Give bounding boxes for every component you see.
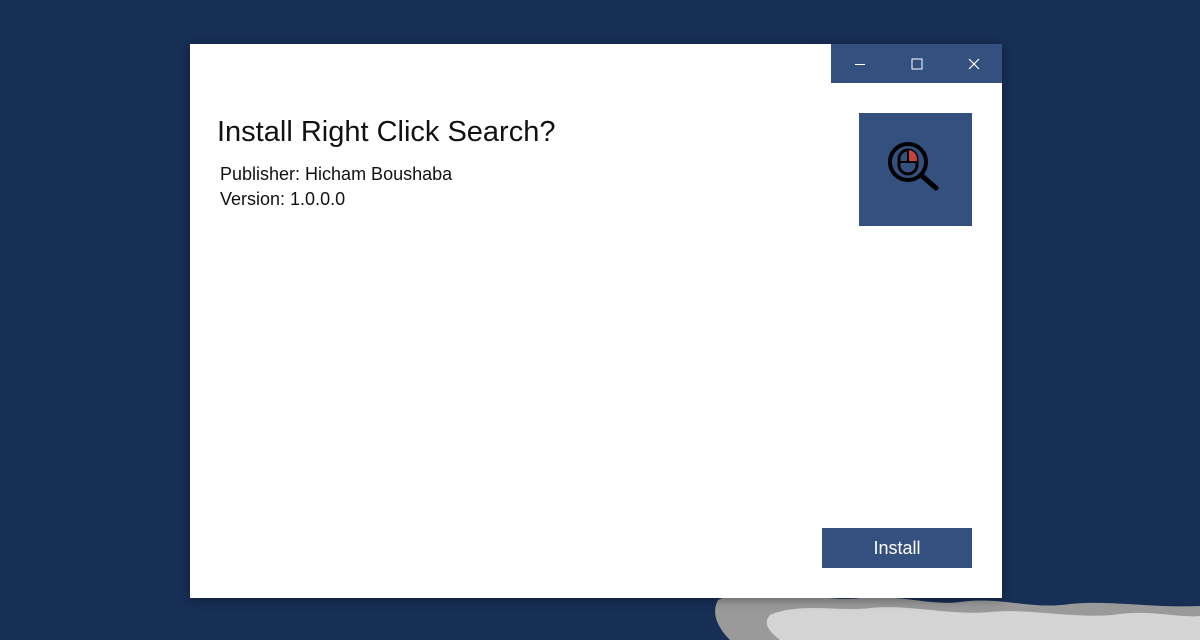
app-logo xyxy=(859,113,972,226)
maximize-icon xyxy=(911,58,922,69)
close-button[interactable] xyxy=(945,44,1002,83)
version-text: Version: 1.0.0.0 xyxy=(220,189,346,209)
close-icon xyxy=(968,58,979,69)
install-button[interactable]: Install xyxy=(822,528,972,568)
minimize-icon xyxy=(854,63,865,65)
maximize-button[interactable] xyxy=(888,44,945,83)
caption-buttons xyxy=(831,44,1002,83)
install-prompt-title: Install Right Click Search? xyxy=(217,116,556,148)
mouse-magnifier-icon xyxy=(887,141,938,190)
installer-window: Install Right Click Search? Publisher: H… xyxy=(190,44,1002,598)
minimize-button[interactable] xyxy=(831,44,888,83)
publisher-text: Publisher: Hicham Boushaba xyxy=(220,164,453,184)
